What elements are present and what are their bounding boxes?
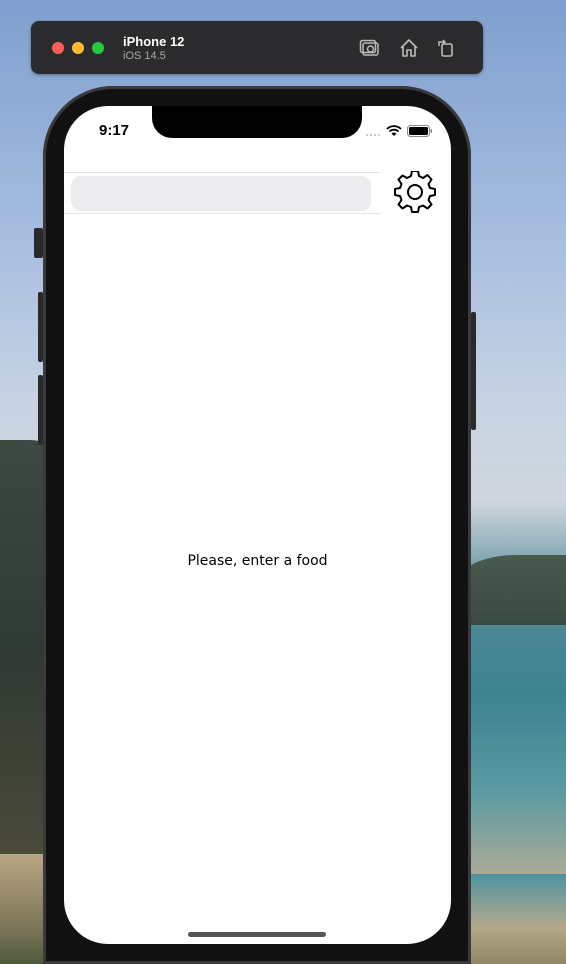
screenshot-icon[interactable] xyxy=(359,37,381,59)
power-button xyxy=(471,312,476,430)
volume-up-button xyxy=(38,292,43,362)
status-icons xyxy=(365,124,433,142)
simulator-toolbar: iPhone 12 iOS 14.5 xyxy=(31,21,483,74)
cellular-icon xyxy=(365,124,381,142)
notch xyxy=(152,106,362,138)
status-time: 9:17 xyxy=(99,122,130,139)
app-screen: 9:17 Please, enter a food xyxy=(64,106,451,944)
search-input[interactable] xyxy=(71,176,371,211)
device-name: iPhone 12 xyxy=(123,34,185,49)
home-indicator xyxy=(188,932,326,937)
background-headland xyxy=(456,555,566,625)
empty-state-message: Please, enter a food xyxy=(187,553,328,569)
wifi-icon xyxy=(386,124,402,142)
mute-switch xyxy=(34,228,43,258)
minimize-window-button[interactable] xyxy=(72,42,84,54)
rotate-icon[interactable] xyxy=(435,37,457,59)
gear-icon[interactable] xyxy=(394,170,436,213)
volume-down-button xyxy=(38,375,43,445)
battery-icon xyxy=(407,124,433,142)
search-bar xyxy=(64,172,381,214)
background-shore xyxy=(456,874,566,964)
home-icon[interactable] xyxy=(398,37,420,59)
zoom-window-button[interactable] xyxy=(92,42,104,54)
close-window-button[interactable] xyxy=(52,42,64,54)
os-version: iOS 14.5 xyxy=(123,50,166,62)
